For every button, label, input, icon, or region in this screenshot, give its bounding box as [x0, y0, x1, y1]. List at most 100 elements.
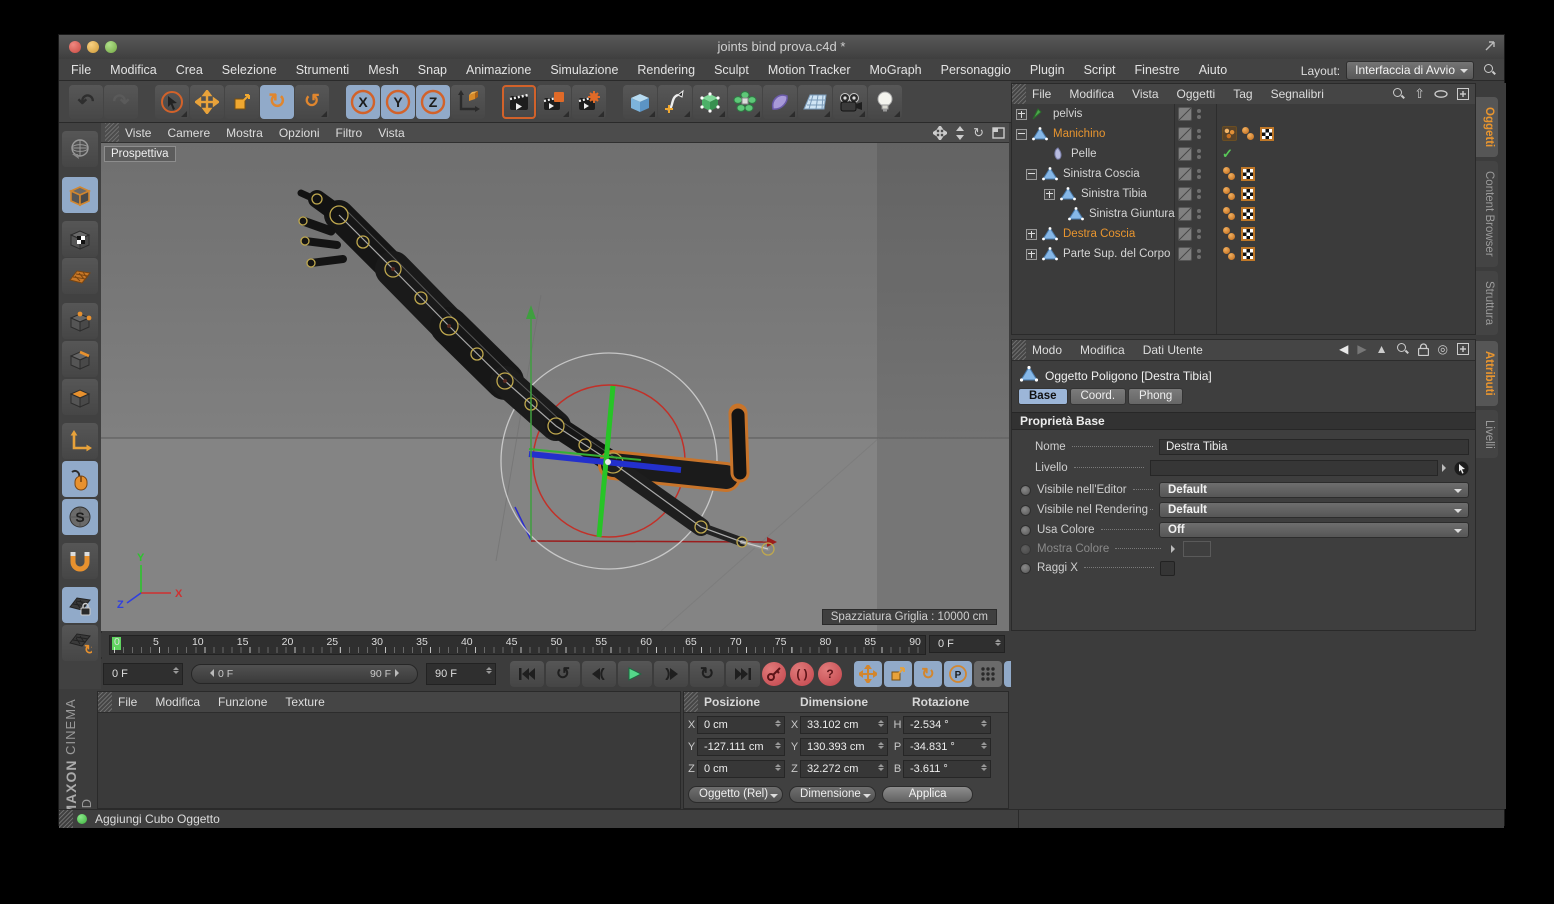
workplane-mode-button[interactable]	[62, 258, 98, 294]
vp-menu-opzioni[interactable]: Opzioni	[279, 126, 320, 140]
menu-motion-tracker[interactable]: Motion Tracker	[768, 63, 851, 77]
lock-x-button[interactable]: X	[346, 85, 380, 119]
render-settings-button[interactable]	[572, 85, 606, 119]
viewport-canvas[interactable]: Prospettiva Spazziatura Griglia : 10000 …	[101, 143, 1009, 631]
om-menu-segnalibri[interactable]: Segnalibri	[1271, 87, 1324, 101]
layer-icon[interactable]	[1178, 127, 1192, 141]
object-row-sinistra-coscia[interactable]: Sinistra Coscia	[1012, 164, 1475, 184]
vp-menu-mostra[interactable]: Mostra	[226, 126, 263, 140]
prev-key-button[interactable]: ↺	[546, 661, 580, 687]
render-view-button[interactable]	[502, 85, 536, 119]
add-spline-button[interactable]	[658, 85, 692, 119]
grip-handle[interactable]	[105, 123, 119, 142]
am-menu-modifica[interactable]: Modifica	[1080, 343, 1125, 357]
add-cube-button[interactable]	[623, 85, 657, 119]
search-icon[interactable]	[1484, 64, 1496, 76]
tab-struttura[interactable]: Struttura	[1476, 271, 1498, 335]
weight-tag-icon[interactable]	[1222, 126, 1237, 141]
next-key-button[interactable]: ↻	[690, 661, 724, 687]
texture-tag-icon[interactable]	[1241, 207, 1255, 221]
anim-dot-icon[interactable]	[1020, 505, 1031, 516]
axis-mode-button[interactable]	[62, 423, 98, 459]
visibile-rendering-select[interactable]: Default	[1159, 502, 1469, 518]
key-parameter-button[interactable]: P	[944, 661, 972, 687]
menu-mograph[interactable]: MoGraph	[870, 63, 922, 77]
visibility-dots-icon[interactable]	[1197, 149, 1201, 159]
history-forward-icon[interactable]: ▶	[1357, 342, 1366, 356]
edges-mode-button[interactable]	[62, 341, 98, 377]
tab-coord[interactable]: Coord.	[1070, 388, 1127, 405]
visibility-dots-icon[interactable]	[1197, 189, 1201, 199]
lock-z-button[interactable]: Z	[416, 85, 450, 119]
menu-script[interactable]: Script	[1084, 63, 1116, 77]
pos-x-field[interactable]: 0 cm	[697, 716, 785, 734]
menu-modifica[interactable]: Modifica	[110, 63, 157, 77]
key-scale-button[interactable]	[884, 661, 912, 687]
rot-b-field[interactable]: -3.611 °	[903, 760, 991, 778]
om-menu-oggetti[interactable]: Oggetti	[1177, 87, 1216, 101]
mat-menu-funzione[interactable]: Funzione	[218, 695, 267, 709]
mat-menu-texture[interactable]: Texture	[285, 695, 324, 709]
menu-sculpt[interactable]: Sculpt	[714, 63, 749, 77]
om-menu-vista[interactable]: Vista	[1132, 87, 1158, 101]
apply-button[interactable]: Applica	[882, 786, 974, 803]
grip-handle[interactable]	[98, 692, 112, 712]
add-environment-button[interactable]	[798, 85, 832, 119]
visibility-dots-icon[interactable]	[1197, 129, 1201, 139]
texture-tag-icon[interactable]	[1241, 187, 1255, 201]
visibile-editor-select[interactable]: Default	[1159, 482, 1469, 498]
rot-h-field[interactable]: -2.534 °	[903, 716, 991, 734]
menu-animazione[interactable]: Animazione	[466, 63, 531, 77]
layer-icon[interactable]	[1178, 187, 1192, 201]
texture-tag-icon[interactable]	[1241, 227, 1255, 241]
collapse-toggle-icon[interactable]	[1016, 129, 1027, 140]
vp-menu-vista[interactable]: Vista	[378, 126, 404, 140]
texture-tag-icon[interactable]	[1260, 127, 1274, 141]
layer-icon[interactable]	[1178, 107, 1192, 121]
menu-finestre[interactable]: Finestre	[1135, 63, 1180, 77]
workplane-mode2-button[interactable]: ↻	[62, 625, 98, 661]
menu-plugin[interactable]: Plugin	[1030, 63, 1065, 77]
mostra-colore-expand-icon[interactable]	[1171, 545, 1179, 553]
autokey-button[interactable]: ( )	[790, 662, 814, 686]
timeline-ruler[interactable]: 0510 152025 303540 455055 606570 758085 …	[109, 635, 926, 655]
enabled-check-icon[interactable]: ✓	[1222, 146, 1233, 162]
frame-range-slider[interactable]: 0 F 90 F	[191, 664, 418, 684]
goto-start-button[interactable]	[510, 661, 544, 687]
camera-label[interactable]: Prospettiva	[104, 146, 176, 162]
polygons-mode-button[interactable]	[62, 379, 98, 415]
size-y-field[interactable]: 130.393 cm	[800, 738, 888, 756]
om-path-up-icon[interactable]: ⇧	[1414, 86, 1425, 102]
expand-toggle-icon[interactable]	[1026, 249, 1037, 260]
menu-simulazione[interactable]: Simulazione	[550, 63, 618, 77]
size-x-field[interactable]: 33.102 cm	[800, 716, 888, 734]
object-row-sinistra-giuntura[interactable]: Sinistra Giuntura	[1012, 204, 1475, 224]
mat-menu-modifica[interactable]: Modifica	[155, 695, 200, 709]
add-deformer-button[interactable]	[763, 85, 797, 119]
om-search-icon[interactable]	[1393, 88, 1405, 100]
next-frame-button[interactable]	[654, 661, 688, 687]
am-menu-modo[interactable]: Modo	[1032, 343, 1062, 357]
expand-toggle-icon[interactable]	[1016, 109, 1027, 120]
tab-content-browser[interactable]: Content Browser	[1476, 161, 1498, 267]
rotate-view-icon[interactable]: ↻	[973, 125, 984, 141]
snap-magnet-button[interactable]	[62, 543, 98, 579]
vp-menu-filtro[interactable]: Filtro	[336, 126, 363, 140]
last-tool-button[interactable]: ↺	[295, 85, 329, 119]
object-row-sinistra-tibia[interactable]: Sinistra Tibia	[1012, 184, 1475, 204]
frame-start-field[interactable]: 0 F	[103, 663, 183, 685]
nome-field[interactable]: Destra Tibia	[1159, 439, 1469, 455]
livello-flyout-icon[interactable]	[1442, 464, 1450, 472]
rotate-tool-button[interactable]: ↻	[260, 85, 294, 119]
add-generator-button[interactable]	[728, 85, 762, 119]
object-row-pelvis[interactable]: pelvis	[1012, 104, 1475, 124]
scale-tool-button[interactable]	[225, 85, 259, 119]
add-light-button[interactable]	[868, 85, 902, 119]
key-rotation-button[interactable]: ↻	[914, 661, 942, 687]
layer-icon[interactable]	[1178, 227, 1192, 241]
ik-tag-icon[interactable]	[1241, 126, 1256, 141]
vp-menu-camere[interactable]: Camere	[167, 126, 210, 140]
pos-z-field[interactable]: 0 cm	[697, 760, 785, 778]
texture-mode-button[interactable]	[62, 221, 98, 257]
menu-file[interactable]: File	[71, 63, 91, 77]
